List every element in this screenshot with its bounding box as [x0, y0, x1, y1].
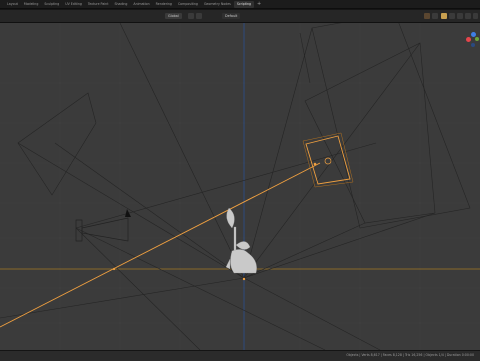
status-bar: Objects | Verts 8,617 | Faces 8,128 | Tr…	[0, 350, 480, 361]
scene-statistics: Objects | Verts 8,617 | Faces 8,128 | Tr…	[346, 353, 474, 357]
pivot-dropdown[interactable]: Default	[222, 13, 241, 19]
character-mesh	[225, 207, 257, 274]
viewport-scene	[0, 23, 480, 350]
show-gizmo-icon[interactable]	[424, 13, 430, 19]
3d-viewport[interactable]	[0, 23, 480, 350]
rendered-shading-icon[interactable]	[465, 13, 471, 19]
tab-geometry-nodes[interactable]: Geometry Nodes	[201, 1, 234, 8]
tab-animation[interactable]: Animation	[130, 1, 152, 8]
overlays-icon[interactable]	[432, 13, 438, 19]
gizmo-x-axis-icon[interactable]	[466, 37, 471, 42]
proportional-edit-icon[interactable]	[196, 13, 202, 19]
solid-shading-icon[interactable]	[449, 13, 455, 19]
tab-compositing[interactable]: Compositing	[175, 1, 201, 8]
tab-modeling[interactable]: Modeling	[21, 1, 42, 8]
gizmo-neg-z-icon[interactable]	[471, 43, 475, 47]
tab-texture-paint[interactable]: Texture Paint	[85, 1, 112, 8]
tab-sculpting[interactable]: Sculpting	[41, 1, 62, 8]
tab-rendering[interactable]: Rendering	[153, 1, 175, 8]
workspace-tabs-bar: Layout Modeling Sculpting UV Editing Texture…	[0, 0, 480, 9]
xray-icon[interactable]	[441, 13, 447, 19]
material-shading-icon[interactable]	[457, 13, 463, 19]
gizmo-y-axis-icon[interactable]	[475, 37, 479, 41]
orientation-dropdown[interactable]: Global	[165, 13, 182, 19]
selected-light-direction	[0, 162, 321, 328]
tab-scripting[interactable]: Scripting	[233, 0, 255, 8]
tab-layout[interactable]: Layout	[4, 1, 21, 8]
add-workspace-button[interactable]: +	[254, 1, 264, 8]
snap-icon[interactable]	[188, 13, 194, 19]
viewport-header: Global Default	[0, 10, 480, 23]
tab-shading[interactable]: Shading	[111, 1, 130, 8]
tab-uv-editing[interactable]: UV Editing	[62, 1, 85, 8]
shading-options-icon[interactable]	[473, 13, 478, 19]
